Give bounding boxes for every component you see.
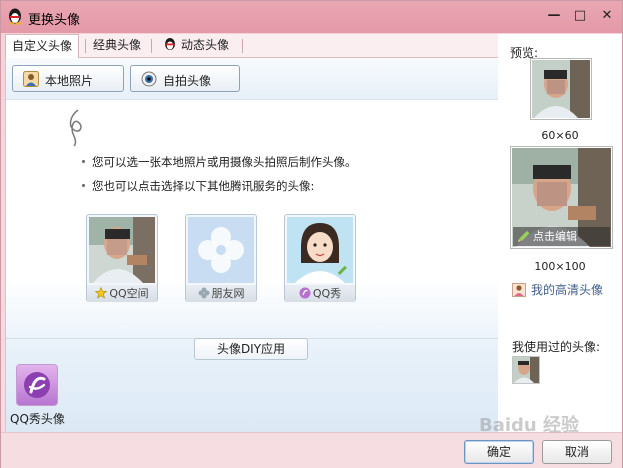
qq-penguin-icon (9, 8, 21, 25)
preview-panel: 预览: 60×60 点击编辑 100×100 我的高清头像 我使用过的头像: (498, 34, 622, 432)
qqshow-logo-icon (24, 372, 50, 398)
tab-bar: 自定义头像 经典头像 动态头像 (5, 34, 498, 59)
footer-bar: 确定 取消 (1, 432, 622, 468)
window-title: 更换头像 (28, 13, 81, 28)
tab-label: 经典头像 (93, 38, 142, 52)
service-caption: 朋友网 (186, 285, 256, 302)
star-icon (95, 287, 108, 299)
service-qzone[interactable]: QQ空间 (86, 214, 158, 304)
pengyou-logo (188, 217, 254, 283)
hd-avatar-label: 我的高清头像 (531, 283, 604, 297)
used-avatars-title: 我使用过的头像: (512, 340, 601, 354)
hd-avatar-link[interactable]: 我的高清头像 (512, 281, 603, 298)
local-photo-button[interactable]: 本地照片 (12, 65, 124, 92)
hint-line: 您也可以点击选择以下其他腾讯服务的头像: (82, 178, 314, 194)
hint-text: 您也可以点击选择以下其他腾讯服务的头像: (92, 179, 315, 193)
service-frame: QQ空间 (86, 214, 158, 302)
baidu-watermark: Baidu 经验 (479, 415, 580, 436)
tab-label: 自定义头像 (12, 39, 73, 53)
tab-classic-avatar[interactable]: 经典头像 (87, 34, 147, 58)
curl-decoration-icon (69, 109, 82, 147)
service-pengyou[interactable]: 朋友网 (185, 214, 257, 304)
tab-dynamic-avatar[interactable]: 动态头像 (157, 34, 235, 58)
avatar-diy-button[interactable]: 头像DIY应用 (194, 338, 308, 360)
pinwheel-icon (198, 287, 209, 299)
ok-button[interactable]: 确定 (464, 440, 534, 464)
used-avatar-thumb (513, 357, 539, 383)
minimize-button[interactable]: — (543, 7, 565, 25)
qqshow-app-label: QQ秀头像 (10, 412, 65, 426)
bullet (82, 184, 85, 187)
edit-avatar-bar[interactable]: 点击编辑 (513, 227, 610, 246)
tab-separator (151, 39, 152, 53)
qq-penguin-icon (165, 38, 175, 50)
preview-60-label: 60×60 (541, 129, 579, 142)
service-frame: QQ秀 (284, 214, 356, 302)
edit-label: 点击编辑 (533, 230, 577, 243)
service-caption: QQ空间 (87, 285, 157, 302)
service-label: QQ秀 (312, 287, 342, 300)
preview-60 (530, 58, 592, 120)
qqshow-icon (299, 287, 311, 299)
webcam-icon (141, 71, 157, 87)
person-avatar-icon (512, 283, 526, 297)
bullet (82, 160, 85, 163)
hint-line: 您可以选一张本地照片或用摄像头拍照后制作头像。 (82, 154, 357, 170)
service-caption: QQ秀 (285, 285, 355, 302)
qqshow-app-icon[interactable] (16, 364, 58, 406)
tab-separator (242, 39, 243, 53)
cancel-button[interactable]: 取消 (542, 440, 612, 464)
preview-100-label: 100×100 (534, 260, 586, 273)
qzone-avatar-photo (89, 217, 155, 283)
local-photo-label: 本地照片 (45, 74, 94, 88)
selfie-label: 自拍头像 (163, 74, 212, 88)
hint-text: 您可以选一张本地照片或用摄像头拍照后制作头像。 (92, 155, 357, 169)
service-label: QQ空间 (109, 287, 149, 300)
avatar-preview-small (532, 60, 590, 118)
preview-100[interactable]: 点击编辑 (510, 146, 613, 249)
service-label: 朋友网 (211, 287, 245, 300)
pencil-icon (518, 230, 530, 242)
used-avatar-item[interactable] (512, 356, 540, 384)
tab-separator (85, 39, 86, 53)
close-button[interactable]: ✕ (596, 7, 618, 25)
selfie-button[interactable]: 自拍头像 (130, 65, 240, 92)
service-qqshow[interactable]: QQ秀 (284, 214, 356, 304)
tab-custom-avatar[interactable]: 自定义头像 (5, 34, 80, 59)
qqshow-avatar-image (287, 217, 353, 283)
tab-label: 动态头像 (181, 38, 230, 52)
change-avatar-window: 更换头像 — □ ✕ 自定义头像 经典头像 动态头像 本地照片 自拍头像 您可以… (0, 0, 623, 468)
service-frame: 朋友网 (185, 214, 257, 302)
maximize-button[interactable]: □ (569, 7, 591, 25)
title-bar[interactable]: 更换头像 — □ ✕ (1, 1, 622, 33)
custom-avatar-panel: 本地照片 自拍头像 您可以选一张本地照片或用摄像头拍照后制作头像。 您也可以点击… (5, 58, 499, 432)
toolbar: 本地照片 自拍头像 (6, 58, 499, 100)
person-photo-icon (23, 71, 39, 87)
